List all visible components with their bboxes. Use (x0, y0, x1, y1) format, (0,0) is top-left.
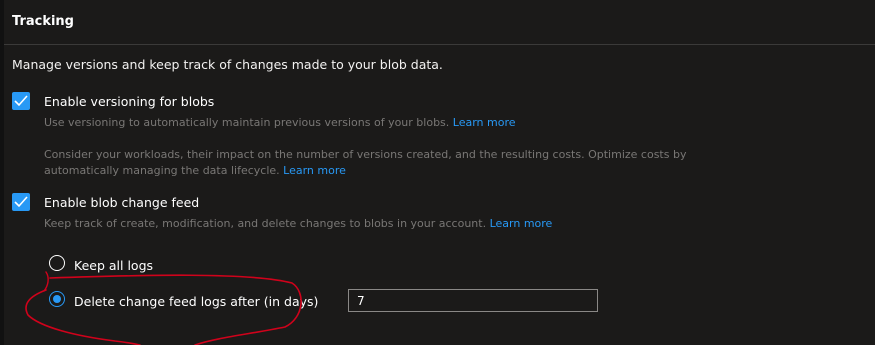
change-feed-help: Keep track of create, modification, and … (44, 216, 552, 232)
change-feed-learn-more-link[interactable]: Learn more (490, 217, 553, 230)
versioning-cost-help: Consider your workloads, their impact on… (44, 147, 744, 179)
section-divider (4, 44, 875, 45)
section-description: Manage versions and keep track of change… (12, 57, 443, 72)
versioning-cost-help-text: Consider your workloads, their impact on… (44, 148, 687, 177)
retention-days-input[interactable] (348, 289, 598, 312)
versioning-cost-learn-more-link[interactable]: Learn more (283, 164, 346, 177)
change-feed-checkbox[interactable] (12, 193, 30, 211)
versioning-label[interactable]: Enable versioning for blobs (44, 94, 214, 109)
versioning-help-text: Use versioning to automatically maintain… (44, 116, 450, 129)
versioning-checkbox[interactable] (12, 92, 30, 110)
versioning-help: Use versioning to automatically maintain… (44, 115, 516, 131)
section-title: Tracking (12, 14, 74, 29)
keep-all-logs-label[interactable]: Keep all logs (74, 258, 153, 273)
delete-logs-after-label[interactable]: Delete change feed logs after (in days) (74, 294, 318, 309)
versioning-learn-more-link[interactable]: Learn more (453, 116, 516, 129)
delete-logs-after-radio[interactable] (49, 291, 65, 307)
tracking-settings-page: Tracking Manage versions and keep track … (0, 0, 875, 345)
change-feed-help-text: Keep track of create, modification, and … (44, 217, 487, 230)
checkmark-icon (14, 196, 28, 208)
radio-selected-dot (53, 295, 61, 303)
keep-all-logs-radio[interactable] (49, 255, 65, 271)
change-feed-label[interactable]: Enable blob change feed (44, 195, 199, 210)
checkmark-icon (14, 95, 28, 107)
